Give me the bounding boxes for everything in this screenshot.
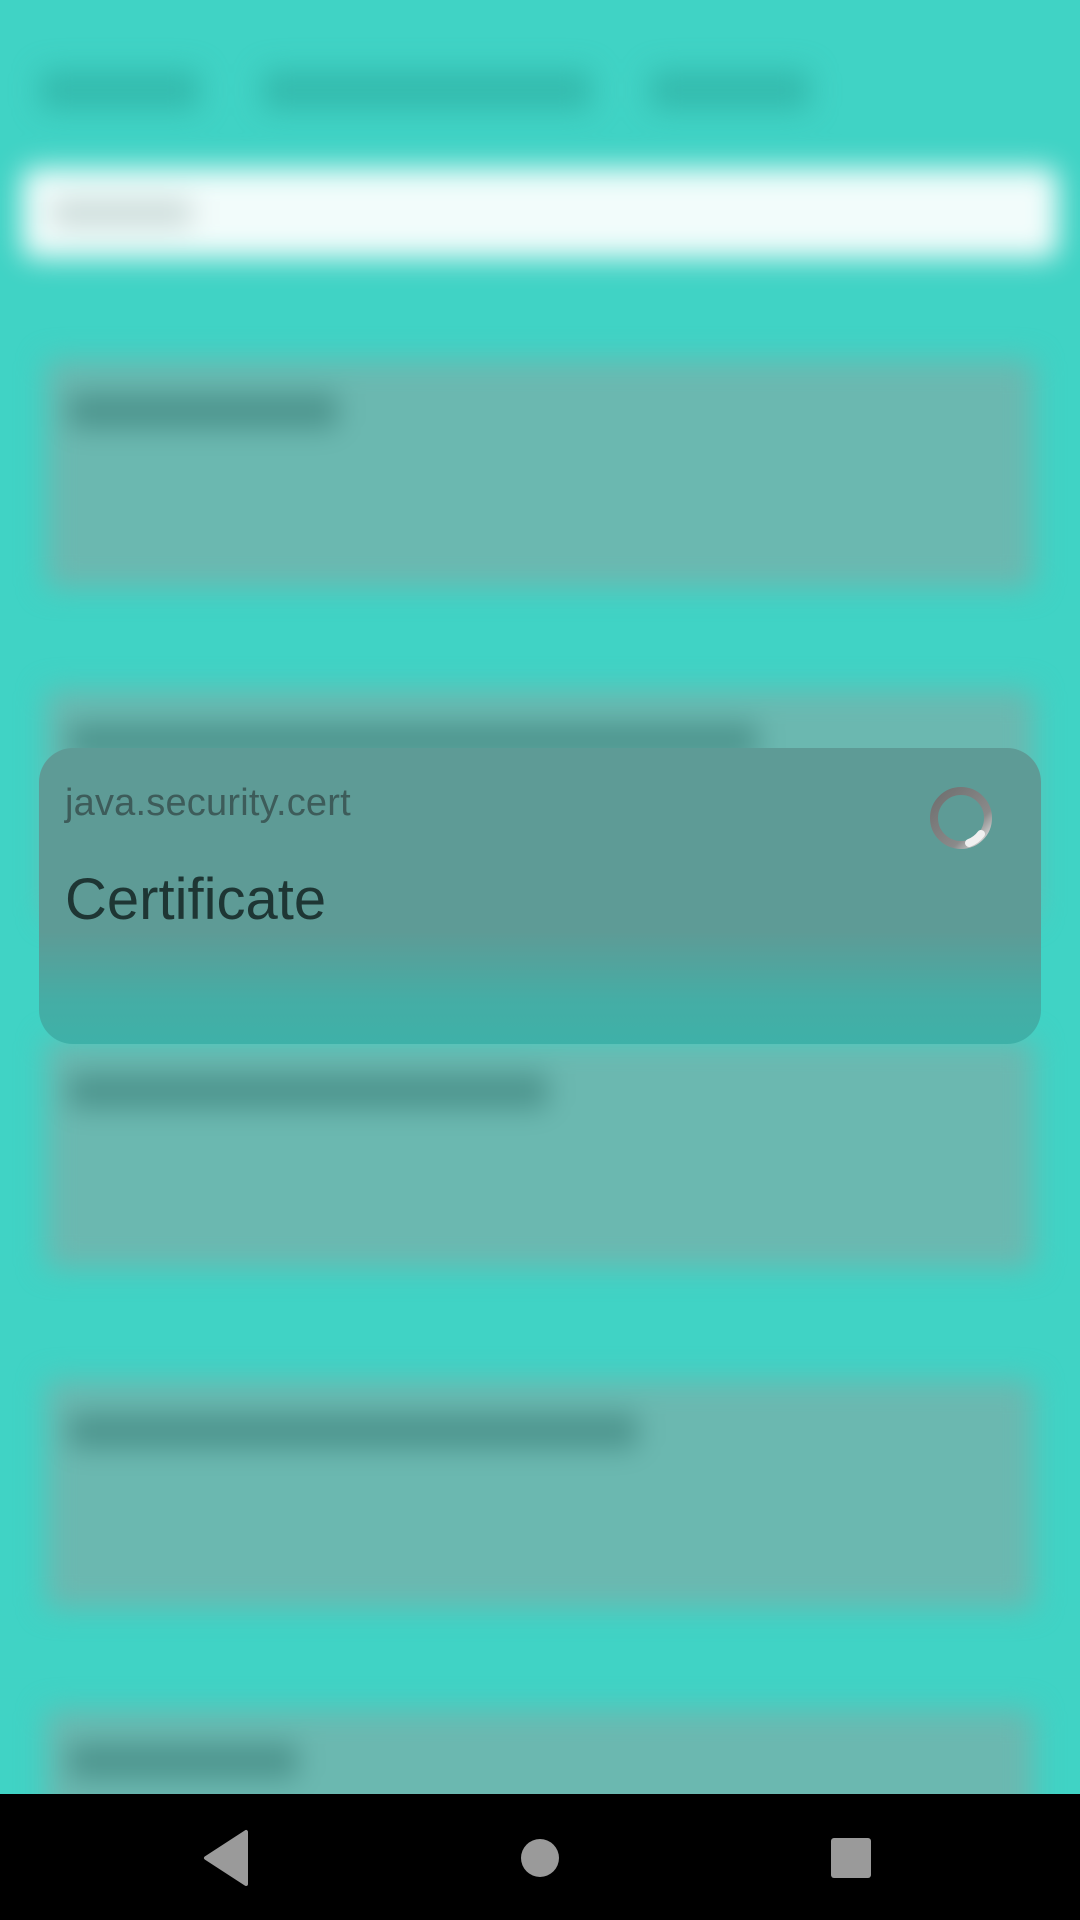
tab-strip — [0, 40, 1080, 130]
back-triangle-icon[interactable] — [186, 1818, 266, 1898]
list-item-text-blurred — [68, 1744, 298, 1778]
focused-class-card[interactable]: java.security.cert Certificate — [39, 748, 1041, 1044]
list-item-blurred-4[interactable] — [46, 1380, 1034, 1608]
home-circle-icon[interactable] — [500, 1818, 580, 1898]
list-item-blurred-5[interactable] — [46, 1710, 1034, 1794]
search-bar-blurred[interactable] — [22, 168, 1058, 258]
app-screen: java.security.cert Certificate — [0, 0, 1080, 1794]
list-item-blurred-3[interactable] — [46, 1040, 1034, 1268]
tab-blurred-1[interactable] — [40, 70, 200, 110]
recents-square-icon[interactable] — [811, 1818, 891, 1898]
list-item-text-blurred — [68, 1414, 638, 1448]
tab-blurred-2[interactable] — [262, 70, 592, 110]
list-item-text-blurred — [68, 394, 338, 428]
class-name: Certificate — [65, 867, 327, 932]
search-hint-blurred — [52, 200, 192, 226]
tab-blurred-3[interactable] — [650, 70, 810, 110]
spinner-icon — [930, 787, 992, 849]
package-name: java.security.cert — [65, 782, 351, 824]
list-item-text-blurred — [68, 1074, 548, 1108]
system-navigation-bar — [0, 1794, 1080, 1920]
list-item-blurred-1[interactable] — [46, 360, 1034, 588]
